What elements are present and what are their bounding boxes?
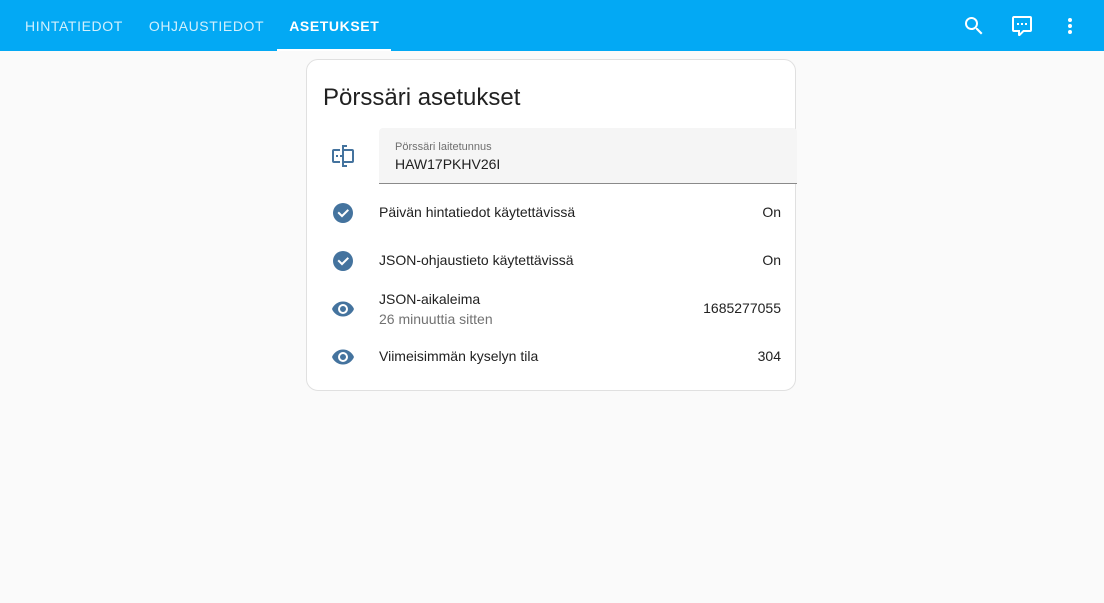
entity-row-last-query-status[interactable]: Viimeisimmän kyselyn tila 304 [323,337,781,377]
entity-secondary-info: 26 minuuttia sitten [379,311,493,327]
device-id-label: Pörssäri laitetunnus [395,141,492,153]
entity-row-json-control[interactable]: JSON-ohjaustieto käytettävissä On [323,241,781,281]
eye-icon [332,301,354,317]
search-icon [965,16,983,34]
eye-icon [332,349,354,365]
entity-state: On [762,204,781,220]
entity-label: JSON-aikaleima [379,291,481,307]
check-circle-icon [333,203,353,223]
entity-label: Viimeisimmän kyselyn tila [379,348,539,364]
card-title: Pörssäri asetukset [323,84,521,111]
settings-card: Pörssäri asetukset Pörssäri laitetunnus … [306,59,797,391]
header-actions [950,0,1094,51]
search-button[interactable] [950,2,998,50]
entity-row-price-data[interactable]: Päivän hintatiedot käytettävissä On [323,193,781,233]
view-tabs: Hintatiedot Ohjaustiedot Asetukset [12,0,392,51]
entity-label: JSON-ohjaustieto käytettävissä [379,252,574,268]
check-circle-icon [333,251,353,271]
entity-state: 304 [757,348,781,364]
assist-button[interactable] [998,2,1046,50]
device-id-row: Pörssäri laitetunnus HAW17PKHV26I [323,128,797,184]
tab-hintatiedot[interactable]: Hintatiedot [12,0,136,51]
assist-chat-icon [1012,15,1032,36]
entity-row-json-timestamp[interactable]: JSON-aikaleima 26 minuuttia sitten 16852… [323,289,781,329]
device-id-icon [332,145,354,167]
entity-state: 1685277055 [703,300,781,316]
entity-state: On [762,252,781,268]
tab-ohjaustiedot[interactable]: Ohjaustiedot [136,0,277,51]
device-id-value: HAW17PKHV26I [395,156,501,172]
overflow-menu-icon [1068,17,1072,34]
device-id-field[interactable]: Pörssäri laitetunnus HAW17PKHV26I [379,128,797,184]
entity-label: Päivän hintatiedot käytettävissä [379,204,576,220]
overflow-menu-button[interactable] [1046,2,1094,50]
app-header: Hintatiedot Ohjaustiedot Asetukset [0,0,1104,51]
tab-asetukset[interactable]: Asetukset [277,0,392,51]
